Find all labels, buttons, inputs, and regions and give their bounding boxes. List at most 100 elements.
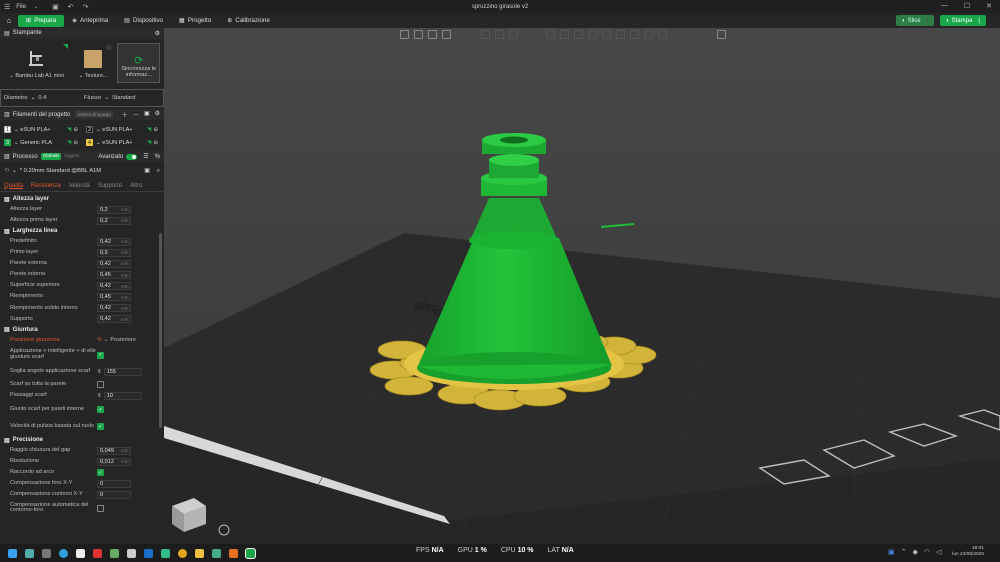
seam-position-select[interactable]: ⟲ ⌄ Posteriore bbox=[97, 337, 136, 343]
chrome-icon[interactable] bbox=[178, 548, 187, 558]
settings-icon[interactable]: ⊖ bbox=[153, 140, 158, 146]
remove-icon[interactable]: － bbox=[133, 110, 139, 119]
printer-card[interactable]: ⌄ Bambu Lab A1 mini bbox=[4, 43, 69, 83]
taskbar-app-icon[interactable] bbox=[127, 548, 136, 558]
print-button[interactable]: ◐ Stampa | bbox=[940, 15, 986, 26]
list-icon[interactable]: ☰ bbox=[143, 153, 148, 160]
bambu-studio-icon[interactable] bbox=[245, 547, 256, 559]
subtab-quality[interactable]: Qualità bbox=[4, 183, 23, 189]
search-icon[interactable]: ⌕ bbox=[157, 168, 160, 175]
menu-icon[interactable]: ☰ bbox=[4, 3, 10, 11]
view-settings-icon[interactable] bbox=[717, 30, 726, 39]
3d-viewport[interactable]: Textured PEI Plate bbox=[164, 28, 1000, 544]
volume-icon[interactable]: ◁ bbox=[936, 548, 941, 556]
taskbar-app-icon[interactable] bbox=[212, 548, 221, 558]
scene-canvas[interactable]: Textured PEI Plate bbox=[164, 28, 1000, 544]
assembly-icon[interactable] bbox=[630, 30, 639, 39]
stepper-icon[interactable]: ⇕ bbox=[97, 393, 102, 399]
filament-slot-2[interactable]: 2 ⌄ eSUN PLA+ ◥ ⊖ bbox=[82, 123, 164, 136]
taskbar-app-icon[interactable] bbox=[25, 548, 34, 558]
taskbar-app-icon[interactable] bbox=[229, 548, 238, 558]
chevron-down-icon[interactable]: ⌄ bbox=[34, 4, 38, 10]
orient-icon[interactable] bbox=[428, 30, 437, 39]
save-preset-icon[interactable]: ▣ bbox=[144, 168, 149, 174]
arc-fitting-checkbox[interactable]: ✓ bbox=[97, 469, 104, 477]
scarf-inner-checkbox[interactable]: ✓ bbox=[97, 406, 104, 414]
seam-angle-input[interactable]: 155 bbox=[103, 367, 142, 376]
compare-icon[interactable]: % bbox=[155, 154, 160, 160]
grid-icon[interactable] bbox=[414, 30, 423, 39]
tab-prepara[interactable]: ⊞ Prepara bbox=[18, 14, 65, 27]
reset-icon[interactable]: ⟲ bbox=[97, 337, 102, 343]
diameter-select[interactable]: 0.4 bbox=[38, 95, 46, 101]
advanced-switch[interactable] bbox=[126, 153, 138, 160]
taskbar-app-icon[interactable] bbox=[76, 548, 85, 558]
move-icon[interactable] bbox=[481, 30, 490, 39]
explorer-icon[interactable] bbox=[195, 548, 204, 558]
settings-icon[interactable]: ⊖ bbox=[73, 140, 78, 146]
subtab-strength[interactable]: Resistenza bbox=[31, 183, 61, 189]
add-icon[interactable]: ＋ bbox=[122, 110, 128, 119]
clock[interactable]: 18:01 lun 23/06/2025 bbox=[952, 546, 984, 558]
minimize-icon[interactable]: — bbox=[941, 2, 948, 10]
seam-smart-checkbox[interactable]: ✓ bbox=[97, 351, 104, 359]
maximize-icon[interactable]: ☐ bbox=[964, 2, 970, 10]
subtab-other[interactable]: Altro bbox=[130, 183, 142, 189]
home-icon[interactable]: ⌂ bbox=[2, 14, 16, 27]
auto-comp-checkbox[interactable] bbox=[97, 504, 104, 512]
purge-volume-button[interactable]: Volumi di spurgo bbox=[75, 111, 113, 118]
filament-slot-3[interactable]: 3 ⌄ Generic PLA ◥ ⊖ bbox=[0, 136, 82, 149]
wifi-icon[interactable]: ◠ bbox=[924, 548, 930, 556]
edge-icon[interactable] bbox=[59, 548, 68, 558]
flow-select[interactable]: Standard bbox=[112, 95, 136, 101]
undo-icon[interactable]: ↶ bbox=[68, 3, 74, 11]
scale-icon[interactable] bbox=[509, 30, 518, 39]
rotate-icon[interactable] bbox=[495, 30, 504, 39]
gear-icon[interactable]: ⚙ bbox=[155, 110, 160, 119]
global-toggle[interactable]: Globale bbox=[40, 153, 62, 160]
taskbar-app-icon[interactable] bbox=[110, 548, 119, 558]
objects-toggle[interactable]: Oggetti bbox=[64, 154, 79, 159]
close-icon[interactable]: ✕ bbox=[986, 2, 992, 10]
sync-filament-icon[interactable]: ▣ bbox=[144, 110, 150, 119]
file-menu[interactable]: File bbox=[16, 4, 26, 10]
outlook-icon[interactable] bbox=[144, 548, 153, 558]
tab-calibrazione[interactable]: ⊕ Calibrazione bbox=[219, 15, 278, 27]
save-icon[interactable]: ▣ bbox=[52, 3, 59, 11]
acrobat-icon[interactable] bbox=[93, 548, 102, 558]
subtab-support[interactable]: Supporto bbox=[98, 183, 122, 189]
stepper-icon[interactable]: ⇕ bbox=[97, 369, 102, 375]
redo-icon[interactable]: ↷ bbox=[83, 3, 89, 11]
hole-comp-input[interactable]: 0 bbox=[97, 480, 131, 489]
scarf-steps-input[interactable]: 10 bbox=[103, 391, 142, 400]
settings-icon[interactable]: ⊖ bbox=[73, 127, 78, 133]
filament-slot-4[interactable]: 4 ⌄ eSUN PLA+ ◥ ⊖ bbox=[82, 136, 164, 149]
sync-card[interactable]: ⟳ Sincronizza le informaz... bbox=[117, 43, 161, 83]
preset-select[interactable]: * 0.20mm Standard @BBL A1M bbox=[20, 168, 101, 174]
seam-paint-icon[interactable] bbox=[588, 30, 597, 39]
tab-progetto[interactable]: ▦ Progetto bbox=[171, 15, 219, 27]
panel-scrollbar[interactable] bbox=[159, 233, 162, 428]
filament-slot-1[interactable]: 1 ⌄ eSUN PLA+ ◥ ⊖ bbox=[0, 123, 82, 136]
scarf-entire-checkbox[interactable] bbox=[97, 381, 104, 389]
measure-icon[interactable] bbox=[616, 30, 625, 39]
subtab-speed[interactable]: Velocità bbox=[69, 183, 90, 189]
tray-app-icon[interactable]: ▣ bbox=[888, 548, 895, 556]
plate-card[interactable]: ⌄ Texture... ⓘ bbox=[73, 43, 114, 83]
tab-anteprima[interactable]: ◈ Anteprima bbox=[64, 15, 116, 27]
brim-icon[interactable] bbox=[644, 30, 653, 39]
text-icon[interactable] bbox=[602, 30, 611, 39]
slice-button[interactable]: ◐ Slice | bbox=[896, 15, 935, 26]
add-object-icon[interactable] bbox=[400, 30, 409, 39]
mesh-icon[interactable] bbox=[560, 30, 569, 39]
support-paint-icon[interactable] bbox=[574, 30, 583, 39]
contour-comp-input[interactable]: 0 bbox=[97, 491, 131, 500]
taskbar-app-icon[interactable] bbox=[161, 548, 170, 558]
settings-gear-icon[interactable]: ⚙ bbox=[155, 30, 160, 37]
start-icon[interactable] bbox=[8, 548, 17, 558]
tray-app-icon[interactable]: ◆ bbox=[913, 548, 918, 556]
chevron-up-icon[interactable]: ⌃ bbox=[901, 548, 907, 556]
taskbar-app-icon[interactable] bbox=[42, 548, 51, 558]
cut-icon[interactable] bbox=[546, 30, 555, 39]
settings-icon[interactable]: ⊖ bbox=[153, 127, 158, 133]
